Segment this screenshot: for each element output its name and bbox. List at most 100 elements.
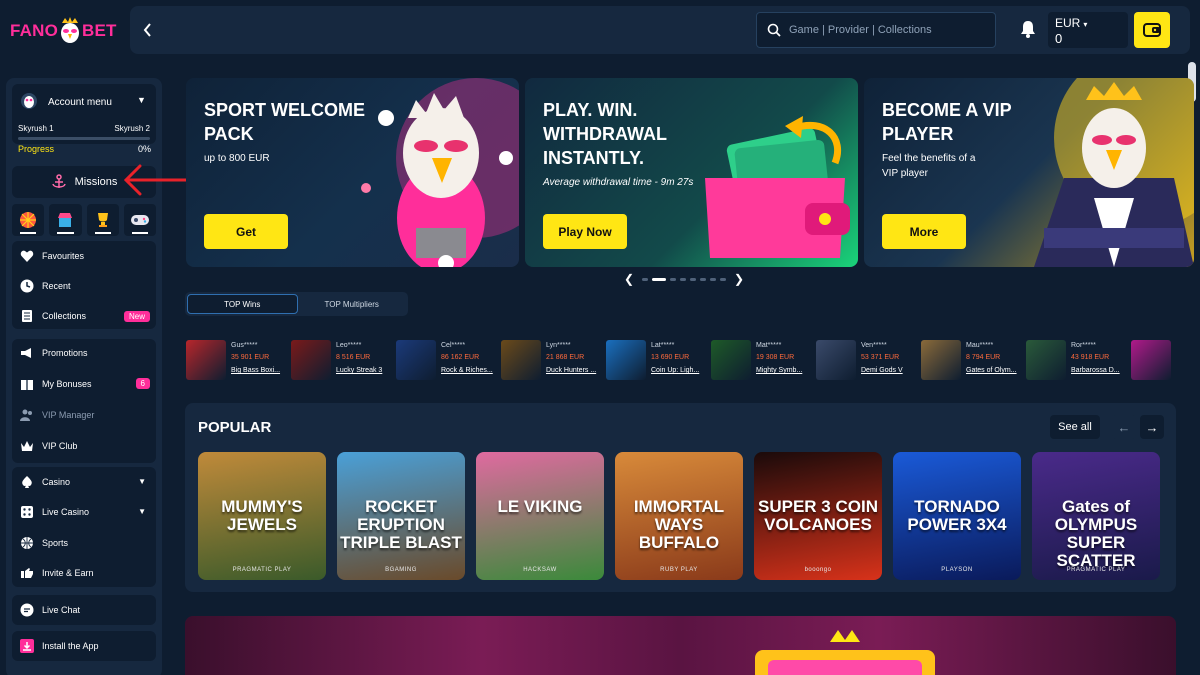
games-button[interactable] <box>123 204 156 236</box>
wallet-button[interactable] <box>1134 12 1170 48</box>
game-thumbnail[interactable] <box>291 340 331 380</box>
game-provider: PRAGMATIC PLAY <box>1066 567 1126 573</box>
wheel-button[interactable] <box>12 204 45 236</box>
sidebar-item-vip-club[interactable]: VIP Club <box>12 432 156 460</box>
top-win-item[interactable]: Lyn***** 21 868 EUR Duck Hunters ... <box>501 340 606 380</box>
carousel-dot[interactable] <box>670 277 676 281</box>
carousel-dot[interactable] <box>642 277 648 281</box>
sidebar-item-sports[interactable]: Sports <box>12 529 156 557</box>
carousel-prev-icon[interactable]: ❮ <box>620 272 638 286</box>
game-thumbnail[interactable] <box>186 340 226 380</box>
game-tile[interactable]: Gates of OLYMPUS SUPER SCATTER PRAGMATIC … <box>1032 452 1160 580</box>
top-win-item[interactable]: Mau***** 8 794 EUR Gates of Olym... <box>921 340 1026 380</box>
carousel-dot[interactable] <box>680 277 686 281</box>
top-win-item[interactable]: Leo***** 8 516 EUR Lucky Streak 3 <box>291 340 396 380</box>
carousel-dot[interactable] <box>710 277 716 281</box>
top-win-item[interactable]: Ror***** 43 918 EUR Barbarossa D... <box>1026 340 1131 380</box>
popular-next-button[interactable]: → <box>1140 415 1164 439</box>
banner-withdrawal[interactable]: PLAY. WIN. WITHDRAWAL INSTANTLY. Average… <box>525 78 858 267</box>
game-thumbnail[interactable] <box>1131 340 1171 380</box>
sidebar-item-recent[interactable]: Recent <box>12 272 156 300</box>
banner-vip[interactable]: BECOME A VIP PLAYER Feel the benefits of… <box>864 78 1194 267</box>
top-wins-list: Gus***** 35 901 EUR Big Bass Boxi... Leo***… <box>186 340 1176 380</box>
tab-top-wins[interactable]: TOP Wins <box>187 294 298 314</box>
search-input[interactable] <box>789 24 989 36</box>
trophy-icon <box>97 213 108 227</box>
currency-selector[interactable]: EUR ▾ 0 <box>1048 12 1128 48</box>
back-button[interactable] <box>136 18 160 42</box>
sidebar-item-install-app[interactable]: Install the App <box>12 632 156 660</box>
shop-icon <box>58 213 73 227</box>
win-game-link[interactable]: Mighty Symb... <box>756 367 802 374</box>
tab-top-multipliers[interactable]: TOP Multipliers <box>298 294 407 314</box>
win-game-link[interactable]: Lucky Streak 3 <box>336 367 382 374</box>
game-tile[interactable]: ROCKET ERUPTION TRIPLE BLAST BGAMING <box>337 452 465 580</box>
sidebar-item-favourites[interactable]: Favourites <box>12 242 156 270</box>
game-thumbnail[interactable] <box>816 340 856 380</box>
get-button[interactable]: Get <box>204 214 288 249</box>
win-amount: 8 794 EUR <box>966 354 1001 361</box>
top-win-item[interactable]: Ven***** 53 371 EUR Demi Gods V <box>816 340 921 380</box>
game-tile[interactable]: IMMORTAL WAYS BUFFALO RUBY PLAY <box>615 452 743 580</box>
game-thumbnail[interactable] <box>921 340 961 380</box>
promo-banner-bottom[interactable] <box>185 616 1176 675</box>
see-all-button[interactable]: See all <box>1050 415 1100 439</box>
sidebar-item-promotions[interactable]: Promotions <box>12 339 156 367</box>
top-win-item[interactable]: Gus***** 35 901 EUR Big Bass Boxi... <box>186 340 291 380</box>
sidebar-item-casino[interactable]: Casino ▼ <box>12 468 156 496</box>
game-thumbnail[interactable] <box>396 340 436 380</box>
game-tile[interactable]: LE VIKING HACKSAW <box>476 452 604 580</box>
win-game-link[interactable]: Gates of Olym... <box>966 367 1017 374</box>
top-win-item[interactable]: 20Bo <box>1131 340 1176 380</box>
quick-links <box>12 204 156 236</box>
win-amount: 35 901 EUR <box>231 354 270 361</box>
brand-logo[interactable]: FANO BET <box>10 14 120 48</box>
carousel-dot[interactable] <box>720 277 726 281</box>
sidebar-item-collections[interactable]: Collections New <box>12 302 156 330</box>
game-thumbnail[interactable] <box>606 340 646 380</box>
game-tile[interactable]: TORNADO POWER 3X4 PLAYSON <box>893 452 1021 580</box>
popular-prev-button[interactable]: ← <box>1112 415 1136 439</box>
carousel-dot[interactable] <box>690 277 696 281</box>
banner-sport-welcome[interactable]: SPORT WELCOME PACK up to 800 EUR Get <box>186 78 519 267</box>
game-thumbnail[interactable] <box>1026 340 1066 380</box>
progress-value: 0% <box>138 144 152 154</box>
sidebar-item-my-bonuses[interactable]: My Bonuses 6 <box>12 370 156 398</box>
carousel-dot-active[interactable] <box>652 277 666 281</box>
game-tile[interactable]: MUMMY'S JEWELS PRAGMATIC PLAY <box>198 452 326 580</box>
search-box[interactable] <box>756 12 996 48</box>
sidebar-item-label: VIP Club <box>42 441 78 451</box>
sidebar-item-live-casino[interactable]: Live Casino ▼ <box>12 498 156 526</box>
account-menu[interactable]: Account menu ▼ Skyrush 1 Skyrush 2 <box>12 84 156 144</box>
bell-icon[interactable] <box>1020 20 1038 40</box>
win-game-link[interactable]: Big Bass Boxi... <box>231 367 280 374</box>
top-win-item[interactable]: Cel***** 86 162 EUR Rock & Riches... <box>396 340 501 380</box>
top-win-item[interactable]: Lat***** 13 690 EUR Coin Up: Ligh... <box>606 340 711 380</box>
sidebar-item-invite-earn[interactable]: Invite & Earn <box>12 559 156 587</box>
sidebar-item-label: Collections <box>42 311 87 321</box>
game-thumbnail[interactable] <box>501 340 541 380</box>
top-win-item[interactable]: Mat***** 19 308 EUR Mighty Symb... <box>711 340 816 380</box>
play-now-button[interactable]: Play Now <box>543 214 627 249</box>
tournaments-button[interactable] <box>86 204 119 236</box>
current-rank: Skyrush 1 <box>18 124 54 133</box>
win-game-link[interactable]: Rock & Riches... <box>441 367 493 374</box>
carousel-dot[interactable] <box>700 277 706 281</box>
win-amount: 86 162 EUR <box>441 354 480 361</box>
win-game-link[interactable]: Demi Gods V <box>861 367 903 374</box>
carousel-next-icon[interactable]: ❯ <box>730 272 748 286</box>
account-menu-label: Account menu <box>48 97 112 108</box>
shop-button[interactable] <box>49 204 82 236</box>
win-game-link[interactable]: Coin Up: Ligh... <box>651 367 699 374</box>
more-button[interactable]: More <box>882 214 966 249</box>
win-game-link[interactable]: Barbarossa D... <box>1071 367 1120 374</box>
sidebar-item-label: Recent <box>42 280 71 291</box>
game-tile[interactable]: SUPER 3 COIN VOLCANOES booongo <box>754 452 882 580</box>
game-thumbnail[interactable] <box>711 340 751 380</box>
sidebar-item-live-chat[interactable]: Live Chat <box>12 596 156 624</box>
sidebar-item-vip-manager[interactable]: VIP Manager <box>12 401 156 429</box>
spade-icon <box>22 475 32 488</box>
win-game-link[interactable]: Duck Hunters ... <box>546 367 596 374</box>
sidebar-item-label: Invite & Earn <box>42 568 94 578</box>
win-amount: 21 868 EUR <box>546 354 585 361</box>
